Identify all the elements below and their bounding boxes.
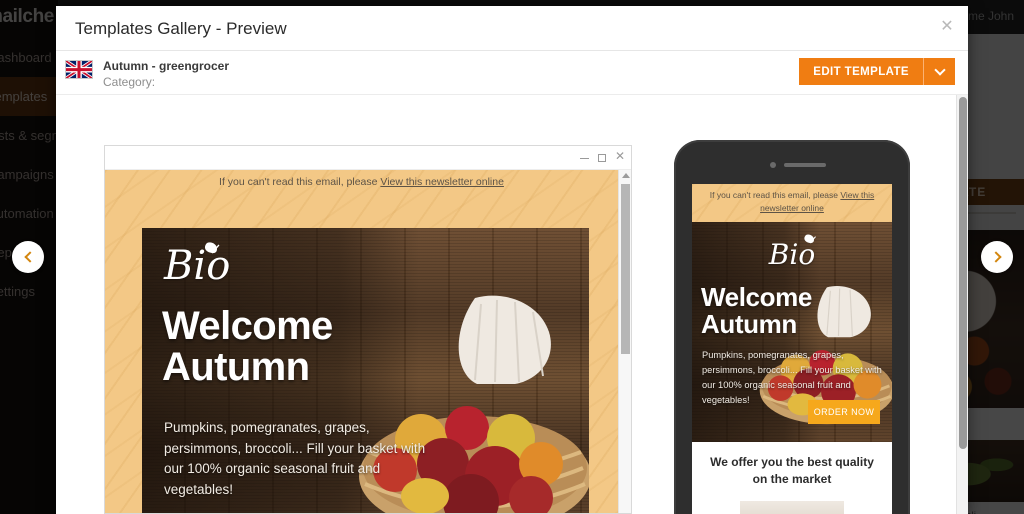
email-heading-line1: Welcome (162, 304, 333, 348)
template-category-label: Category: (103, 75, 156, 89)
desktop-preview-scrollbar[interactable] (618, 170, 631, 513)
product-image-mobile (740, 500, 844, 514)
email-hero-banner-mobile: Bio Welcome Autumn Pumpkins, pomegranate… (692, 222, 892, 442)
email-preheader: If you can't read this email, please Vie… (105, 176, 618, 188)
carousel-next-button[interactable] (981, 241, 1013, 273)
email-hero-banner: Bio Welcome Autumn Pumpkins, pomegranate… (142, 228, 589, 513)
minimize-icon[interactable] (579, 158, 589, 159)
email-preheader-text: If you can't read this email, please (709, 190, 841, 200)
close-icon[interactable]: ✕ (615, 150, 625, 162)
maximize-icon[interactable] (597, 154, 606, 162)
camera-icon (770, 162, 776, 168)
mobile-preview-device: If you can't read this email, please Vie… (674, 140, 910, 514)
leaf-icon (204, 242, 220, 254)
page-title: Templates Gallery - Preview (75, 19, 287, 38)
scroll-up-icon[interactable] (622, 173, 630, 178)
edit-template-dropdown-button[interactable] (923, 58, 955, 85)
desktop-preview-canvas: If you can't read this email, please Vie… (105, 170, 631, 513)
edit-template-button[interactable]: EDIT TEMPLATE (799, 58, 923, 85)
desktop-preview-titlebar: ✕ (105, 146, 631, 170)
modal-subheader: Autumn - greengrocer Category: EDIT TEMP… (56, 51, 968, 95)
email-section-heading-mobile: We offer you the best quality on the mar… (710, 455, 874, 487)
email-body-text: Pumpkins, pomegranates, grapes, persimmo… (164, 420, 426, 497)
window-controls: ✕ (579, 150, 625, 162)
email-heading-line2: Autumn (701, 308, 797, 339)
template-name: Autumn - greengrocer (103, 59, 230, 73)
scrollbar-thumb[interactable] (621, 184, 630, 354)
order-now-button-mobile[interactable]: ORDER NOW (808, 400, 880, 424)
modal-header: Templates Gallery - Preview ✕ (56, 6, 968, 51)
email-heading: Welcome Autumn (162, 306, 333, 388)
brand-logo-text: Bio (768, 238, 816, 271)
chevron-left-icon (23, 251, 36, 263)
carousel-prev-button[interactable] (12, 241, 44, 273)
scrollbar-thumb[interactable] (959, 97, 967, 449)
chevron-right-icon (989, 251, 1002, 263)
edit-template-group: EDIT TEMPLATE (799, 58, 955, 85)
close-icon[interactable]: ✕ (938, 18, 956, 36)
view-newsletter-online-link[interactable]: View this newsletter online (380, 176, 504, 188)
email-heading-line1: Welcome (701, 282, 812, 312)
email-preheader-mobile: If you can't read this email, please Vie… (692, 184, 892, 222)
leaf-icon (804, 234, 816, 244)
app-root: Welcome John L TEMPLATE the market Brocc… (0, 0, 1024, 514)
modal-scrollbar[interactable] (956, 95, 968, 514)
email-preheader-text: If you can't read this email, please (219, 176, 381, 188)
mobile-preview-screen: If you can't read this email, please Vie… (692, 184, 892, 514)
email-heading-line2: Autumn (162, 344, 310, 389)
email-section-white-mobile: We offer you the best quality on the mar… (692, 442, 892, 514)
chevron-down-icon (933, 63, 946, 76)
email-heading-mobile: Welcome Autumn (701, 284, 812, 337)
modal-body: ✕ If you can't read this email, please V… (56, 95, 968, 514)
uk-flag-icon (65, 60, 93, 79)
template-preview-modal: Templates Gallery - Preview ✕ Autumn - g… (56, 6, 968, 514)
speaker-icon (784, 163, 826, 167)
desktop-preview-window: ✕ If you can't read this email, please V… (104, 145, 632, 514)
email-body-desktop: If you can't read this email, please Vie… (105, 170, 618, 513)
